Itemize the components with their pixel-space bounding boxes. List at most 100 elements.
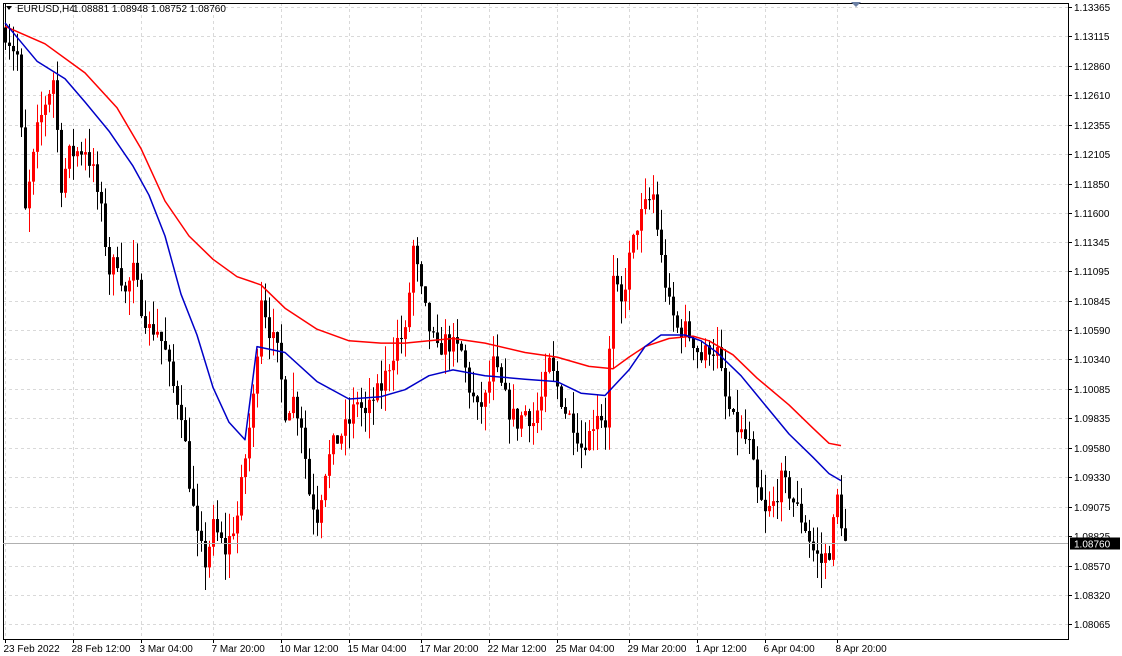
candle-bear [676,315,679,328]
price-tick-label: 1.11345 [1074,238,1110,249]
candle-bear [700,352,703,361]
candle-bull [612,275,615,349]
candle-bear [504,382,507,390]
candle-bull [772,501,775,506]
candle-bull [652,194,655,200]
time-tick-label: 28 Feb 12:00 [72,644,131,655]
candle-bull [228,536,231,555]
candle-bear [804,522,807,532]
candle-bear [104,203,107,248]
candle-bull [588,430,591,451]
time-axis[interactable]: 23 Feb 2022 28 Feb 12:00 3 Mar 04:00 7 Mar … [4,639,888,655]
candle-bear [268,317,271,339]
time-tick-label: 10 Mar 12:00 [280,644,339,655]
price-tick-label: 1.08320 [1074,591,1111,602]
candle-bull [624,289,627,302]
candle-bear [100,191,103,204]
candle-bear [168,349,171,362]
candle-bull [148,324,151,328]
chart-canvas[interactable]: 1.13365 1.13115 1.12860 1.12610 1.12355 1.121… [0,0,1122,656]
candle-bull [628,252,631,290]
candle-bull [240,477,243,516]
candle-bear [420,264,423,287]
time-tick-label: 7 Mar 20:00 [212,644,266,655]
price-tick-label: 1.08065 [1074,620,1111,631]
candle-bear [668,287,671,297]
candle-bull [236,515,239,534]
candle-bear [280,342,283,380]
candle-bear [672,296,675,316]
candle-bear [456,337,459,344]
quote-values: 1.08881 1.08948 1.08752 1.08760 [73,4,226,15]
candle-bear [136,262,139,280]
candle-bear [108,247,111,275]
candle-bear [844,528,847,541]
price-tick-label: 1.10845 [1074,297,1111,308]
candle-bear [220,532,223,538]
candle-bear [56,80,59,130]
plot-frame [3,3,1069,640]
candle-bull [44,104,47,115]
candle-bear [748,439,751,441]
candle-bear [364,407,367,414]
price-tick-label: 1.09580 [1074,444,1111,455]
candle-bull [488,381,491,393]
price-tick-label: 1.09075 [1074,503,1111,514]
candle-bear [60,129,63,193]
candle-bear [508,389,511,420]
time-tick-label: 3 Mar 04:00 [140,644,194,655]
price-axis[interactable]: 1.13365 1.13115 1.12860 1.12610 1.12355 1.121… [1068,3,1111,631]
candle-bull [608,348,611,428]
candle-bear [712,354,715,356]
candle-bear [20,54,23,128]
candle-bear [348,419,351,424]
symbol-label: EURUSD,H4 [17,4,75,15]
candle-bear [552,357,555,371]
candle-bull [444,334,447,355]
candle-bear [300,418,303,428]
price-tick-label: 1.12105 [1074,150,1111,161]
scroll-marker-icon[interactable] [851,2,861,7]
candle-bull [288,413,291,421]
candle-bull [36,122,39,152]
candle-bull [256,356,259,394]
candle-bull [320,500,323,523]
candle-bull [512,408,515,420]
candle-bull [248,427,251,459]
candle-bear [816,550,819,554]
candle-bear [448,334,451,352]
candle-bear [184,420,187,442]
candle-bull [328,454,331,476]
candle-bear [224,537,227,555]
candle-bear [196,505,199,531]
candle-bull [636,230,639,235]
candle-bear [316,509,319,523]
candle-bear [528,411,531,427]
candle-bull [32,151,35,182]
candle-bear [140,279,143,317]
candle-bear [12,45,15,52]
candle-bear [152,324,155,335]
candlestick-chart[interactable]: 1.13365 1.13115 1.12860 1.12610 1.12355 1.121… [0,0,1122,656]
candle-bull [352,404,355,424]
candle-bear [480,402,483,407]
candle-bear [760,487,763,500]
candle-bull [340,435,343,444]
candle-bear [440,343,443,355]
candle-bear [120,268,123,286]
candle-bull [408,292,411,328]
price-tick-label: 1.09835 [1074,414,1111,425]
candle-bear [4,27,7,43]
candle-bull [132,262,135,281]
candle-bear [472,392,475,397]
candle-bear [728,396,731,410]
candle-bear [124,285,127,292]
candle-bear [204,540,207,568]
candle-bear [556,370,559,387]
candle-bull [532,423,535,427]
candle-bear [808,531,811,542]
candle-bull [392,360,395,371]
candle-bear [436,332,439,344]
candle-bull [28,181,31,209]
candle-bear [304,427,307,459]
